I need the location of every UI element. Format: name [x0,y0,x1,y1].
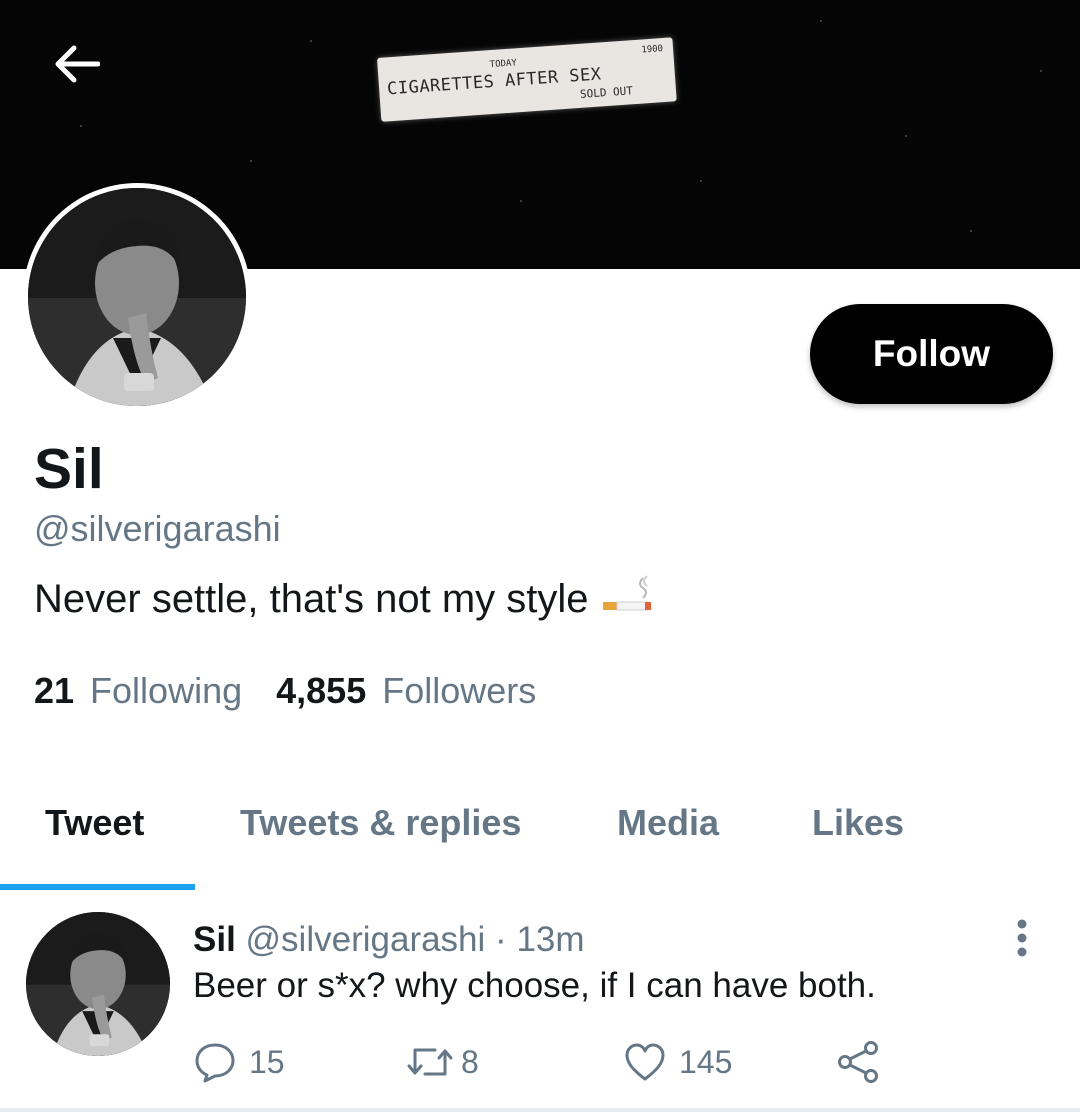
banner-star [1040,70,1042,72]
share-icon [838,1041,878,1083]
marquee-sign: TODAY 1900 CIGARETTES AFTER SEX SOLD OUT [377,37,677,122]
banner-star [905,135,907,137]
tweet-more-button[interactable] [1004,916,1040,960]
following-label: Following [90,670,243,711]
banner-star [80,125,82,127]
marquee-year: 1900 [641,44,664,56]
heart-icon [625,1043,665,1081]
arrow-left-icon [55,45,100,83]
tab-tweet[interactable]: Tweet [45,802,144,844]
tab-media[interactable]: Media [617,802,719,844]
retweet-button[interactable]: 8 [405,1040,479,1084]
followers-label: Followers [382,670,537,711]
tweet-author-handle[interactable]: @silverigarashi [246,920,486,959]
banner-star [520,200,522,202]
tweet-header: Sil @silverigarashi · 13m [193,920,585,960]
profile-avatar[interactable] [23,183,251,411]
banner-star [310,40,312,42]
retweet-icon [407,1048,453,1076]
tweet-card[interactable]: Sil @silverigarashi · 13m Beer or s*x? w… [0,892,1080,1112]
profile-stats: 21 Following 4,855 Followers [34,670,536,712]
profile-tabs: Tweet Tweets & replies Media Likes [0,780,1080,890]
like-button[interactable]: 145 [623,1040,732,1084]
divider [0,1108,1080,1112]
tweet-actions: 15 8 145 [193,1040,913,1084]
followers-count: 4,855 [276,670,367,711]
followers-link[interactable]: 4,855 Followers [276,670,536,712]
retweet-count: 8 [461,1043,479,1080]
following-count: 21 [34,670,75,711]
profile-display-name: Sil [34,437,104,501]
like-count: 145 [679,1043,733,1080]
avatar-image [28,188,246,406]
active-tab-indicator [0,884,195,890]
reply-button[interactable]: 15 [193,1040,285,1084]
marquee-small-text: TODAY [489,58,518,71]
tab-likes[interactable]: Likes [812,802,904,844]
profile-handle: @silverigarashi [34,508,281,549]
tweet-separator: · [495,920,507,959]
share-button[interactable] [835,1040,881,1084]
more-vertical-icon [1017,919,1027,957]
profile-bio: Never settle, that's not my style [34,574,653,624]
reply-icon [195,1043,235,1083]
banner-star [700,180,702,182]
banner-star [970,230,972,232]
tweet-avatar[interactable] [26,912,170,1056]
tweet-timestamp[interactable]: 13m [516,920,584,959]
banner-star [250,160,252,162]
cigarette-icon [601,574,653,624]
tab-tweets-and-replies[interactable]: Tweets & replies [240,802,521,844]
following-link[interactable]: 21 Following [34,670,242,712]
tweet-text: Beer or s*x? why choose, if I can have b… [193,966,876,1005]
back-button[interactable] [50,40,104,88]
follow-button[interactable]: Follow [810,304,1053,404]
marquee-subtitle: SOLD OUT [579,84,634,101]
bio-text: Never settle, that's not my style [34,576,589,621]
tweet-author-name[interactable]: Sil [193,920,236,959]
banner-star [820,20,822,22]
reply-count: 15 [249,1043,285,1080]
